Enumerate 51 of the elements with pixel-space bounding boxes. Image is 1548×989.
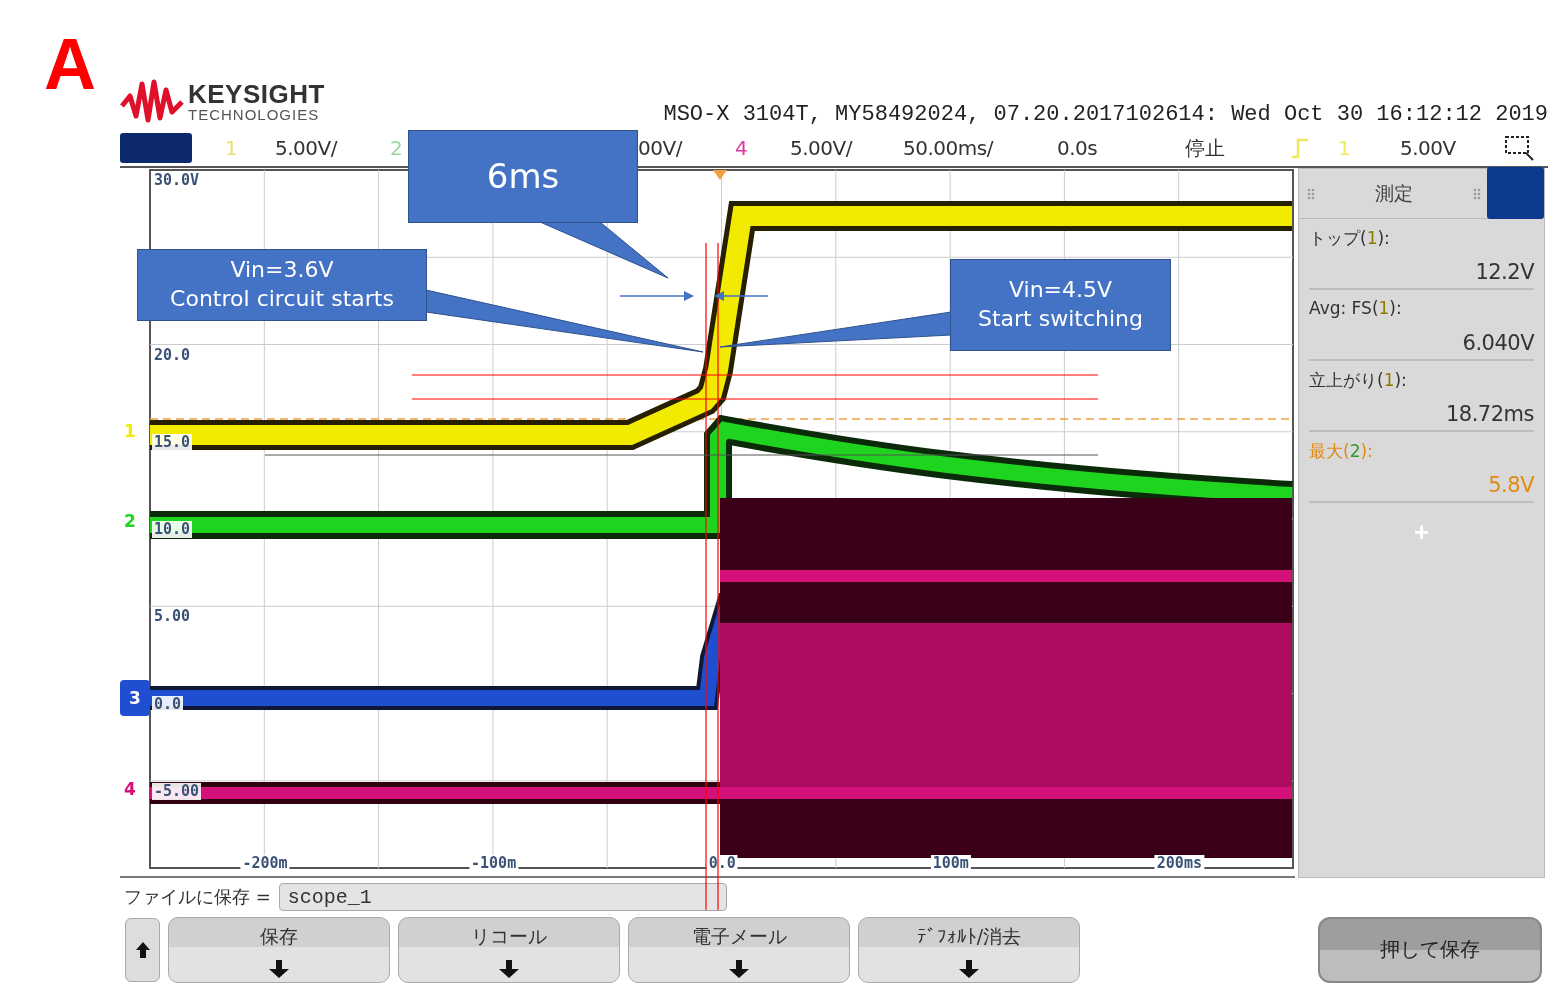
menu-block[interactable] [120, 133, 192, 163]
channel-marker[interactable]: 3 [120, 680, 150, 716]
measurement-value: 18.72ms [1445, 402, 1534, 426]
timebase[interactable]: 50.00ms/ [903, 136, 1057, 160]
x-axis-label: 100m [930, 855, 971, 872]
softkey[interactable]: 保存 [168, 916, 390, 983]
channel-scale[interactable]: 5.00V/ [790, 136, 903, 160]
x-axis-label: -200m [240, 855, 290, 872]
save-button[interactable]: 押して保存 [1318, 916, 1542, 983]
softkey[interactable]: 電子メール [628, 916, 850, 983]
arrow-icon [958, 959, 980, 978]
softkey[interactable]: リコール [398, 916, 620, 983]
measurement-value: 6.040V [1462, 331, 1534, 355]
grip-icon [1307, 187, 1315, 200]
x-axis-label: -100m [469, 855, 519, 872]
brand-subtitle: TECHNOLOGIES [188, 106, 321, 124]
arrow-icon [728, 959, 750, 978]
trigger-edge-icon[interactable] [1290, 137, 1310, 159]
channel-number[interactable]: 4 [735, 136, 790, 160]
delay[interactable]: 0.0s [1057, 136, 1185, 160]
arrow-icon [498, 959, 520, 978]
up-arrow-icon [135, 941, 150, 958]
channel-marker[interactable]: 4 [124, 781, 136, 798]
measurement-label: 最大(2): [1309, 440, 1373, 463]
arrow-icon [268, 959, 290, 978]
file-name-field[interactable]: scope_1 [278, 883, 727, 911]
channel-scale[interactable]: 00V/ [638, 136, 735, 160]
callout: Vin=3.6V Control circuit starts [137, 249, 427, 321]
file-label: ファイルに保存 = [124, 885, 271, 909]
up-button[interactable] [125, 917, 160, 982]
brand-name: KEYSIGHT [188, 80, 325, 107]
measurement-label: トップ(1): [1309, 227, 1390, 250]
trigger-position-icon [713, 170, 727, 180]
run-state[interactable]: 停止 [1185, 134, 1290, 162]
channel-scale[interactable]: 5.00V/ [275, 136, 390, 160]
measurement-label: Avg: FS(1): [1309, 298, 1402, 318]
measurement-value: 12.2V [1475, 260, 1534, 284]
dimension-arrow [714, 291, 769, 301]
figure-label: A [43, 28, 97, 100]
trigger-level[interactable]: 5.00V [1400, 136, 1504, 160]
callout: Vin=4.5V Start switching [950, 259, 1171, 351]
softkey[interactable]: ﾃﾞﾌｫﾙﾄ/消去 [858, 916, 1080, 983]
panel-tab[interactable] [1487, 167, 1544, 219]
zoom-box-icon[interactable] [1504, 135, 1534, 161]
measurement-value: 5.8V [1488, 473, 1534, 497]
y-axis-label: 10.0 [152, 521, 193, 538]
panel-title: 測定 [1375, 180, 1413, 206]
window-title: MSO-X 3104T, MY58492024, 07.20.2017102614: Wed Oct 30 16:12:12 2019 [663, 104, 1548, 126]
grip-icon [1473, 187, 1481, 200]
x-axis-label: 200ms [1154, 855, 1204, 872]
measurement-label: 立上がり(1): [1309, 369, 1407, 392]
